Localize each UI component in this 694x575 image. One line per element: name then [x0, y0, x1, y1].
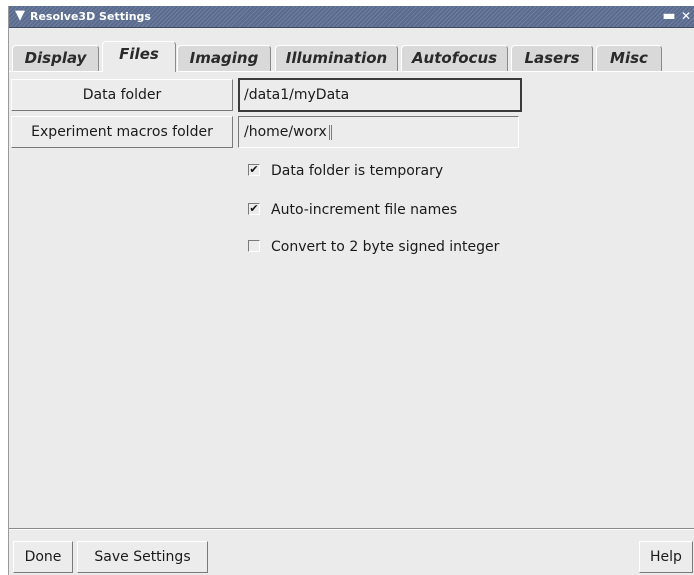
tab-bar: Display Files Imaging Illumination Autof… [9, 41, 694, 72]
data-folder-temporary-option[interactable]: ✔ Data folder is temporary [248, 161, 568, 181]
chevron-down-icon[interactable]: ▼ [12, 8, 28, 24]
save-settings-button[interactable]: Save Settings [77, 541, 208, 573]
checkmark-icon: ✔ [249, 202, 259, 215]
close-icon[interactable]: ✕ [679, 9, 693, 24]
data-folder-field[interactable]: /data1/myData [238, 78, 522, 112]
auto-increment-option[interactable]: ✔ Auto-increment file names [248, 200, 568, 220]
tab-illumination[interactable]: Illumination [275, 45, 398, 71]
data-folder-temporary-label: Data folder is temporary [271, 163, 444, 179]
tab-display[interactable]: Display [12, 45, 99, 71]
text-cursor-icon [328, 124, 332, 140]
footer-separator [9, 528, 694, 530]
title-bar[interactable]: ▼ Resolve3D Settings ▬ ✕ [9, 6, 694, 28]
experiment-macros-folder-button[interactable]: Experiment macros folder [11, 116, 233, 148]
experiment-macros-folder-value: /home/worx [244, 124, 327, 140]
minimize-icon[interactable]: ▬ [661, 9, 677, 24]
window-title: Resolve3D Settings [30, 10, 151, 23]
convert-signed-integer-label: Convert to 2 byte signed integer [271, 239, 500, 255]
auto-increment-label: Auto-increment file names [271, 202, 458, 218]
done-button[interactable]: Done [13, 541, 73, 573]
data-folder-button[interactable]: Data folder [11, 79, 233, 111]
checkmark-icon: ✔ [249, 163, 259, 176]
experiment-macros-folder-field[interactable]: /home/worx [238, 116, 519, 148]
convert-signed-integer-option[interactable]: Convert to 2 byte signed integer [248, 237, 568, 257]
tab-misc[interactable]: Misc [596, 45, 662, 71]
tab-imaging[interactable]: Imaging [177, 45, 271, 71]
settings-window: ▼ Resolve3D Settings ▬ ✕ Display Files I… [8, 6, 694, 575]
tab-lasers[interactable]: Lasers [511, 45, 593, 71]
tab-files[interactable]: Files [102, 41, 176, 72]
checkbox-auto-increment[interactable]: ✔ [248, 203, 260, 215]
help-button[interactable]: Help [639, 541, 693, 573]
tab-autofocus[interactable]: Autofocus [401, 45, 508, 71]
checkbox-convert-signed-integer[interactable] [248, 240, 260, 252]
checkbox-data-folder-temporary[interactable]: ✔ [248, 164, 260, 176]
